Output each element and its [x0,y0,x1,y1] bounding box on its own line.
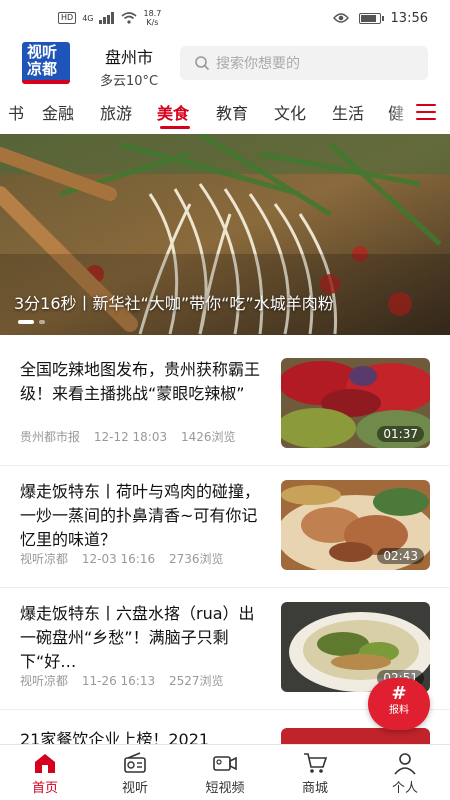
logo-line-2: 凉都 [27,60,58,78]
carousel-dots [18,320,45,324]
net-speed-value: 18.7 [143,9,162,18]
news-meta: 视听凉都 12-03 16:16 2736浏览 [20,550,233,567]
status-right: 13:56 [332,10,428,26]
news-views: 2527浏览 [168,674,224,688]
tab-book[interactable]: 书 [8,100,24,124]
news-date: 12-12 18:03 [93,430,168,444]
news-meta: 视听凉都 11-26 16:13 2527浏览 [20,672,233,689]
location-weather[interactable]: 盘州市 多云10°C [94,44,164,89]
home-icon [35,754,55,773]
tab-food[interactable]: 美食 [157,100,189,124]
wifi-icon [121,12,138,24]
net-speed: 18.7 K/s [143,9,161,27]
news-date: 12-03 16:16 [81,552,156,566]
video-camera-icon [213,756,237,771]
nav-home[interactable]: 首页 [10,751,80,796]
tab-travel[interactable]: 旅游 [100,100,132,124]
cart-icon [304,753,328,773]
eye-icon [332,13,349,23]
search-placeholder: 搜索你想要的 [216,56,300,72]
carousel-dot [39,320,45,324]
hd-badge: HD [58,12,77,24]
nav-audio-video[interactable]: 视听 [100,751,170,796]
nav-label: 首页 [31,781,58,796]
carousel-dot-active [18,320,34,324]
news-title: 爆走饭特东丨六盘水揢（rua）出一碗盘州“乡愁”！满脑子只剩下“好… [20,604,255,671]
tab-finance[interactable]: 金融 [42,100,74,124]
app-logo[interactable]: 视听 凉都 [22,42,70,84]
signal-icon [99,12,115,24]
report-button[interactable]: # 报料 [368,678,430,730]
menu-icon[interactable] [416,104,436,120]
search-input[interactable]: 搜索你想要的 [180,46,428,80]
clock: 13:56 [390,10,428,26]
city-name: 盘州市 [104,48,153,67]
active-tab-indicator [160,126,190,129]
tab-education[interactable]: 教育 [216,100,248,124]
nav-shop[interactable]: 商城 [280,751,350,796]
news-views: 1426浏览 [180,430,236,444]
news-source: 视听凉都 [20,552,69,566]
net-speed-unit: K/s [146,18,159,27]
news-item[interactable]: 爆走饭特东丨荷叶与鸡肉的碰撞，一炒一蒸间的扑鼻清香~可有你记忆里的味道？ 视听凉… [0,466,450,588]
news-item[interactable]: 全国吃辣地图发布，贵州获称霸王级！来看主播挑战“蒙眼吃辣椒” 贵州都市报 12-… [0,344,450,466]
app-header: 视听 凉都 盘州市 多云10°C 搜索你想要的 [0,42,450,89]
status-bar: HD 4G 18.7 K/s 13:56 [0,0,450,36]
news-thumbnail[interactable]: 01:37 [281,358,430,448]
news-title: 全国吃辣地图发布，贵州获称霸王级！来看主播挑战“蒙眼吃辣椒” [20,360,261,403]
news-date: 11-26 16:13 [81,674,156,688]
video-duration: 01:37 [377,426,424,442]
nav-profile[interactable]: 个人 [370,751,440,796]
bottom-nav: 首页 视听 短视频 商城 个人 [0,744,450,800]
news-source: 贵州都市报 [20,430,81,444]
news-title: 爆走饭特东丨荷叶与鸡肉的碰撞，一炒一蒸间的扑鼻清香~可有你记忆里的味道？ [20,482,261,549]
banner-caption: 3分16秒丨新华社“大咖”带你“吃”水城羊肉粉 [14,294,334,313]
nav-label: 视听 [121,781,148,796]
hash-icon: # [391,683,407,704]
search-icon [195,56,210,71]
news-views: 2736浏览 [168,552,224,566]
battery-icon [358,12,384,24]
radio-icon [124,752,146,773]
tab-life[interactable]: 生活 [332,100,364,124]
featured-banner[interactable]: 3分16秒丨新华社“大咖”带你“吃”水城羊肉粉 [0,134,450,335]
tab-culture[interactable]: 文化 [274,100,306,124]
news-source: 视听凉都 [20,674,69,688]
user-icon [394,753,416,775]
category-tabs: 书 金融 旅游 美食 教育 文化 生活 健 [0,96,450,130]
logo-line-1: 视听 [27,43,58,61]
nav-label: 个人 [391,781,418,796]
news-meta: 贵州都市报 12-12 18:03 1426浏览 [20,428,245,445]
nav-label: 商城 [301,781,328,796]
weather-text: 多云10°C [99,74,159,89]
video-duration: 02:43 [377,548,424,564]
status-left: HD 4G 18.7 K/s [58,9,161,27]
news-thumbnail[interactable]: 02:43 [281,480,430,570]
nav-short-video[interactable]: 短视频 [190,751,260,796]
report-label: 报料 [389,705,409,716]
battery-fill [360,14,376,22]
signal-type: 4G [82,13,94,23]
nav-label: 短视频 [205,781,245,796]
